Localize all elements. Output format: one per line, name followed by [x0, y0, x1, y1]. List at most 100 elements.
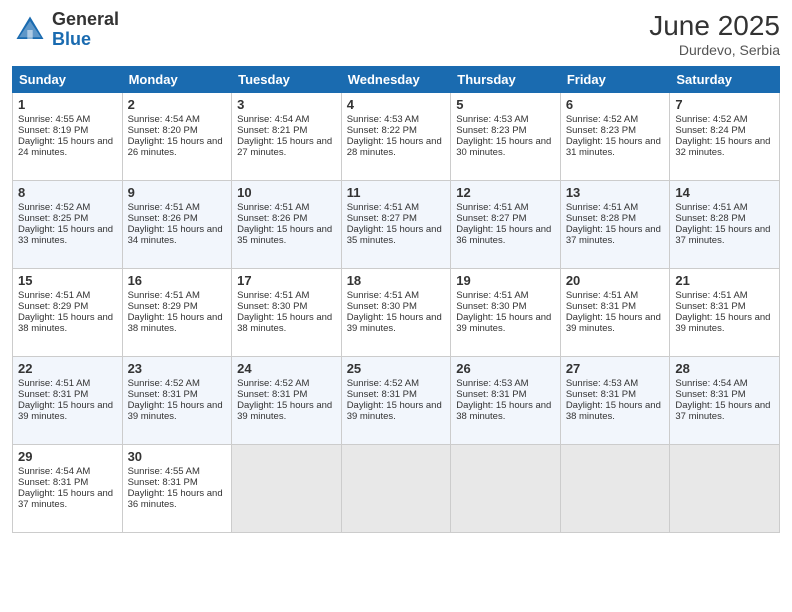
sunrise-label: Sunrise: 4:53 AM — [456, 378, 528, 389]
daylight-label: Daylight: 15 hours and 24 minutes. — [18, 136, 113, 158]
table-row: 18 Sunrise: 4:51 AMSunset: 8:30 PMDayligh… — [341, 269, 451, 357]
sunset-label: Sunset: 8:31 PM — [566, 301, 636, 312]
table-row — [341, 445, 451, 533]
day-number: 1 — [18, 97, 117, 112]
daylight-label: Daylight: 15 hours and 27 minutes. — [237, 136, 332, 158]
sunrise-label: Sunrise: 4:53 AM — [456, 114, 528, 125]
day-number: 9 — [128, 185, 227, 200]
sunrise-label: Sunrise: 4:51 AM — [456, 202, 528, 213]
daylight-label: Daylight: 15 hours and 35 minutes. — [237, 224, 332, 246]
daylight-label: Daylight: 15 hours and 32 minutes. — [675, 136, 770, 158]
sunset-label: Sunset: 8:26 PM — [237, 213, 307, 224]
table-row: 9Sunrise: 4:51 AMSunset: 8:26 PMDaylight… — [122, 181, 232, 269]
day-number: 16 — [128, 273, 227, 288]
sunrise-label: Sunrise: 4:53 AM — [347, 114, 419, 125]
table-row: 27Sunrise: 4:53 AMSunset: 8:31 PMDayligh… — [560, 357, 670, 445]
daylight-label: Daylight: 15 hours and 39 minutes. — [128, 400, 223, 422]
day-number: 2 — [128, 97, 227, 112]
day-number: 4 — [347, 97, 446, 112]
sunrise-label: Sunrise: 4:54 AM — [128, 114, 200, 125]
sunrise-label: Sunrise: 4:51 AM — [347, 290, 419, 301]
table-row: 1Sunrise: 4:55 AMSunset: 8:19 PMDaylight… — [13, 93, 123, 181]
table-row: 28Sunrise: 4:54 AMSunset: 8:31 PMDayligh… — [670, 357, 780, 445]
daylight-label: Daylight: 15 hours and 39 minutes. — [675, 312, 770, 334]
sunrise-label: Sunrise: 4:53 AM — [566, 378, 638, 389]
day-number: 17 — [237, 273, 336, 288]
daylight-label: Daylight: 15 hours and 37 minutes. — [675, 400, 770, 422]
table-row: 10Sunrise: 4:51 AMSunset: 8:26 PMDayligh… — [232, 181, 342, 269]
day-number: 6 — [566, 97, 665, 112]
day-number: 18 — [347, 273, 446, 288]
sunrise-label: Sunrise: 4:54 AM — [237, 114, 309, 125]
table-row: 24 Sunrise: 4:52 AMSunset: 8:31 PMDayligh… — [232, 357, 342, 445]
daylight-label: Daylight: 15 hours and 26 minutes. — [128, 136, 223, 158]
day-number: 24 — [237, 361, 336, 376]
sunrise-label: Sunrise: 4:51 AM — [566, 202, 638, 213]
sunrise-label: Sunrise: 4:51 AM — [237, 290, 309, 301]
day-number: 7 — [675, 97, 774, 112]
sunset-label: Sunset: 8:22 PM — [347, 125, 417, 136]
day-number: 13 — [566, 185, 665, 200]
day-number: 14 — [675, 185, 774, 200]
logo: General Blue — [12, 10, 119, 50]
table-row: 12Sunrise: 4:51 AMSunset: 8:27 PMDayligh… — [451, 181, 561, 269]
day-number: 28 — [675, 361, 774, 376]
sunrise-label: Sunrise: 4:51 AM — [18, 290, 90, 301]
daylight-label: Daylight: 15 hours and 39 minutes. — [566, 312, 661, 334]
table-row: 23Sunrise: 4:52 AMSunset: 8:31 PMDayligh… — [122, 357, 232, 445]
sunrise-label: Sunrise: 4:52 AM — [18, 202, 90, 213]
day-number: 21 — [675, 273, 774, 288]
sunrise-label: Sunrise: 4:51 AM — [128, 290, 200, 301]
table-row: 2Sunrise: 4:54 AMSunset: 8:20 PMDaylight… — [122, 93, 232, 181]
sunset-label: Sunset: 8:24 PM — [675, 125, 745, 136]
table-row: 7 Sunrise: 4:52 AMSunset: 8:24 PMDaylight… — [670, 93, 780, 181]
sunrise-label: Sunrise: 4:51 AM — [347, 202, 419, 213]
col-tuesday: Tuesday — [232, 67, 342, 93]
table-row: 26Sunrise: 4:53 AMSunset: 8:31 PMDayligh… — [451, 357, 561, 445]
table-row: 5Sunrise: 4:53 AMSunset: 8:23 PMDaylight… — [451, 93, 561, 181]
day-number: 25 — [347, 361, 446, 376]
col-sunday: Sunday — [13, 67, 123, 93]
sunset-label: Sunset: 8:25 PM — [18, 213, 88, 224]
table-row: 11Sunrise: 4:51 AMSunset: 8:27 PMDayligh… — [341, 181, 451, 269]
sunset-label: Sunset: 8:30 PM — [237, 301, 307, 312]
sunrise-label: Sunrise: 4:55 AM — [128, 466, 200, 477]
sunset-label: Sunset: 8:31 PM — [237, 389, 307, 400]
sunrise-label: Sunrise: 4:51 AM — [456, 290, 528, 301]
day-number: 15 — [18, 273, 117, 288]
table-row: 6Sunrise: 4:52 AMSunset: 8:23 PMDaylight… — [560, 93, 670, 181]
daylight-label: Daylight: 15 hours and 39 minutes. — [347, 312, 442, 334]
day-number: 11 — [347, 185, 446, 200]
table-row — [451, 445, 561, 533]
day-number: 10 — [237, 185, 336, 200]
daylight-label: Daylight: 15 hours and 34 minutes. — [128, 224, 223, 246]
table-row: 21Sunrise: 4:51 AMSunset: 8:31 PMDayligh… — [670, 269, 780, 357]
daylight-label: Daylight: 15 hours and 38 minutes. — [456, 400, 551, 422]
sunset-label: Sunset: 8:31 PM — [128, 477, 198, 488]
sunrise-label: Sunrise: 4:54 AM — [18, 466, 90, 477]
col-saturday: Saturday — [670, 67, 780, 93]
day-number: 26 — [456, 361, 555, 376]
day-number: 5 — [456, 97, 555, 112]
table-row: 13Sunrise: 4:51 AMSunset: 8:28 PMDayligh… — [560, 181, 670, 269]
day-number: 20 — [566, 273, 665, 288]
sunset-label: Sunset: 8:31 PM — [347, 389, 417, 400]
sunrise-label: Sunrise: 4:52 AM — [237, 378, 309, 389]
sunrise-label: Sunrise: 4:51 AM — [675, 202, 747, 213]
sunrise-label: Sunrise: 4:52 AM — [675, 114, 747, 125]
sunset-label: Sunset: 8:28 PM — [675, 213, 745, 224]
daylight-label: Daylight: 15 hours and 39 minutes. — [456, 312, 551, 334]
daylight-label: Daylight: 15 hours and 38 minutes. — [566, 400, 661, 422]
day-number: 30 — [128, 449, 227, 464]
sunset-label: Sunset: 8:30 PM — [347, 301, 417, 312]
table-row — [670, 445, 780, 533]
sunset-label: Sunset: 8:30 PM — [456, 301, 526, 312]
page-container: General Blue June 2025 Durdevo, Serbia S… — [0, 0, 792, 543]
sunset-label: Sunset: 8:31 PM — [18, 477, 88, 488]
daylight-label: Daylight: 15 hours and 37 minutes. — [566, 224, 661, 246]
daylight-label: Daylight: 15 hours and 39 minutes. — [237, 400, 332, 422]
sunset-label: Sunset: 8:19 PM — [18, 125, 88, 136]
logo-general: General — [52, 10, 119, 30]
calendar-header-row: Sunday Monday Tuesday Wednesday Thursday… — [13, 67, 780, 93]
daylight-label: Daylight: 15 hours and 38 minutes. — [128, 312, 223, 334]
